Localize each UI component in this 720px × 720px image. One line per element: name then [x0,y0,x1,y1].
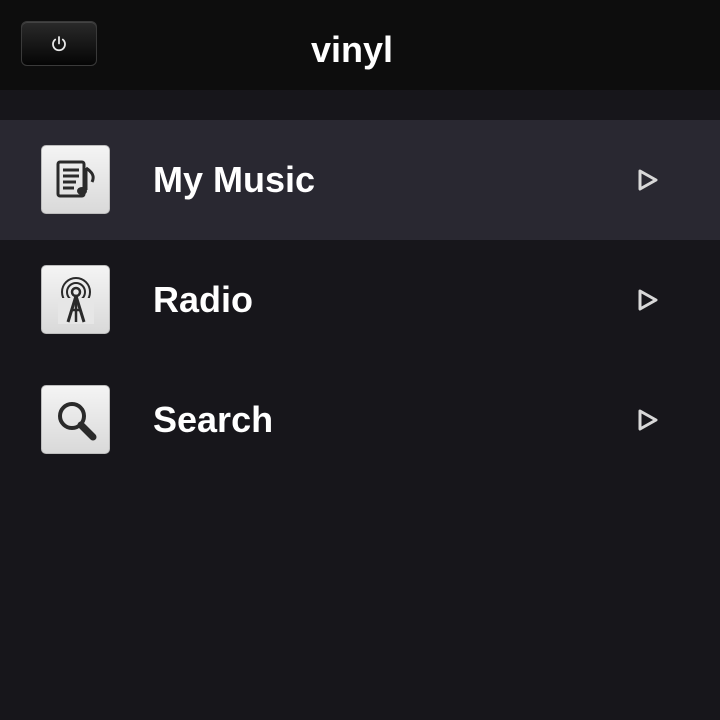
chevron-right-icon [638,169,658,191]
radio-tower-icon [41,265,110,334]
menu-item-search[interactable]: Search [0,360,720,480]
menu-item-label: My Music [153,159,316,200]
app-root: vinyl My Music Radio Search [0,0,720,720]
chevron-right-icon [638,409,658,431]
magnifier-icon [41,385,110,454]
main-menu: My Music Radio Search [0,120,720,480]
music-note-document-icon [41,145,110,214]
menu-item-radio[interactable]: Radio [0,240,720,360]
top-bar: vinyl [0,0,720,90]
menu-item-label: Radio [153,279,254,320]
menu-item-my-music[interactable]: My Music [0,120,720,240]
chevron-right-icon [638,289,658,311]
page-title: vinyl [310,29,394,70]
menu-item-label: Search [153,399,274,440]
